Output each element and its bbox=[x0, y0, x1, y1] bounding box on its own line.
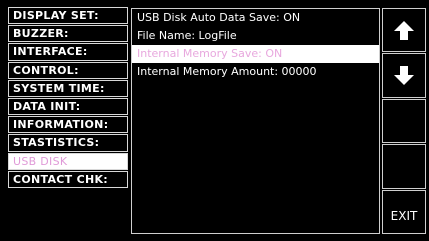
menu-item-display-set[interactable]: DISPLAY SET: bbox=[8, 7, 128, 25]
setting-internal-memory-save[interactable]: Internal Memory Save: ON bbox=[132, 45, 379, 63]
down-button[interactable] bbox=[382, 53, 426, 98]
menu-item-usb-disk[interactable]: USB DISK bbox=[8, 152, 128, 170]
menu-item-information[interactable]: INFORMATION: bbox=[8, 116, 128, 134]
up-button[interactable] bbox=[382, 8, 426, 53]
menu-item-buzzer[interactable]: BUZZER: bbox=[8, 25, 128, 43]
setting-file-name[interactable]: File Name: LogFile bbox=[132, 27, 379, 45]
menu-item-control[interactable]: CONTROL: bbox=[8, 61, 128, 79]
menu-item-statistics[interactable]: STASTISTICS: bbox=[8, 134, 128, 152]
exit-label: EXIT bbox=[390, 208, 418, 223]
setting-usb-auto-save[interactable]: USB Disk Auto Data Save: ON bbox=[132, 9, 379, 27]
menu-item-data-init[interactable]: DATA INIT: bbox=[8, 97, 128, 116]
usb-disk-settings-panel: USB Disk Auto Data Save: ON File Name: L… bbox=[131, 8, 380, 234]
menu-item-contact-chk[interactable]: CONTACT CHK: bbox=[8, 170, 128, 188]
arrow-up-icon bbox=[394, 21, 414, 41]
setting-internal-memory-amount[interactable]: Internal Memory Amount: 00000 bbox=[132, 63, 379, 81]
softkey-blank-3[interactable] bbox=[382, 98, 426, 144]
menu-item-system-time[interactable]: SYSTEM TIME: bbox=[8, 79, 128, 97]
settings-menu: DISPLAY SET: BUZZER: INTERFACE: CONTROL:… bbox=[8, 7, 128, 189]
softkey-column: EXIT bbox=[382, 8, 426, 235]
menu-item-interface[interactable]: INTERFACE: bbox=[8, 43, 128, 61]
exit-button[interactable]: EXIT bbox=[382, 189, 426, 234]
softkey-blank-4[interactable] bbox=[382, 144, 426, 189]
arrow-down-icon bbox=[394, 65, 414, 85]
